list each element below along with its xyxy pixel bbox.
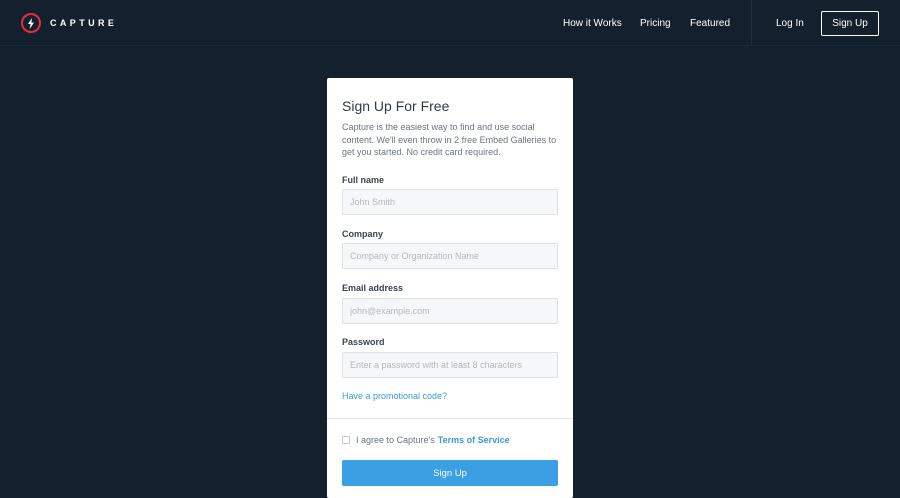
- email-label: Email address: [342, 283, 404, 293]
- nav-divider: [751, 0, 752, 46]
- terms-agreement: I agree to Capture's Terms of Service: [342, 435, 510, 445]
- top-navbar: CAPTURE How it Works Pricing Featured Lo…: [0, 0, 900, 46]
- card-divider: [327, 418, 573, 419]
- company-label: Company: [342, 229, 384, 239]
- brand-name: CAPTURE: [50, 18, 118, 28]
- signup-card: Sign Up For Free Capture is the easiest …: [327, 78, 573, 498]
- nav-signup-button[interactable]: Sign Up: [821, 11, 879, 36]
- nav-featured[interactable]: Featured: [690, 18, 730, 29]
- nav-pricing[interactable]: Pricing: [640, 18, 671, 29]
- nav-how-it-works[interactable]: How it Works: [563, 18, 622, 29]
- email-input[interactable]: [342, 298, 558, 324]
- full-name-input[interactable]: [342, 189, 558, 215]
- promo-code-link[interactable]: Have a promotional code?: [342, 391, 447, 401]
- agree-text: I agree to Capture's: [356, 435, 435, 445]
- brand-logo[interactable]: CAPTURE: [21, 13, 117, 33]
- form-description: Capture is the easiest way to find and u…: [342, 122, 557, 157]
- form-title: Sign Up For Free: [342, 98, 450, 114]
- terms-of-service-link[interactable]: Terms of Service: [438, 435, 510, 445]
- password-label: Password: [342, 337, 385, 347]
- signup-submit-button[interactable]: Sign Up: [342, 460, 558, 486]
- password-input[interactable]: [342, 352, 558, 378]
- login-link[interactable]: Log In: [776, 18, 804, 29]
- full-name-label: Full name: [342, 175, 385, 185]
- lightning-icon: [21, 13, 41, 33]
- terms-checkbox[interactable]: [342, 436, 350, 444]
- company-input[interactable]: [342, 243, 558, 269]
